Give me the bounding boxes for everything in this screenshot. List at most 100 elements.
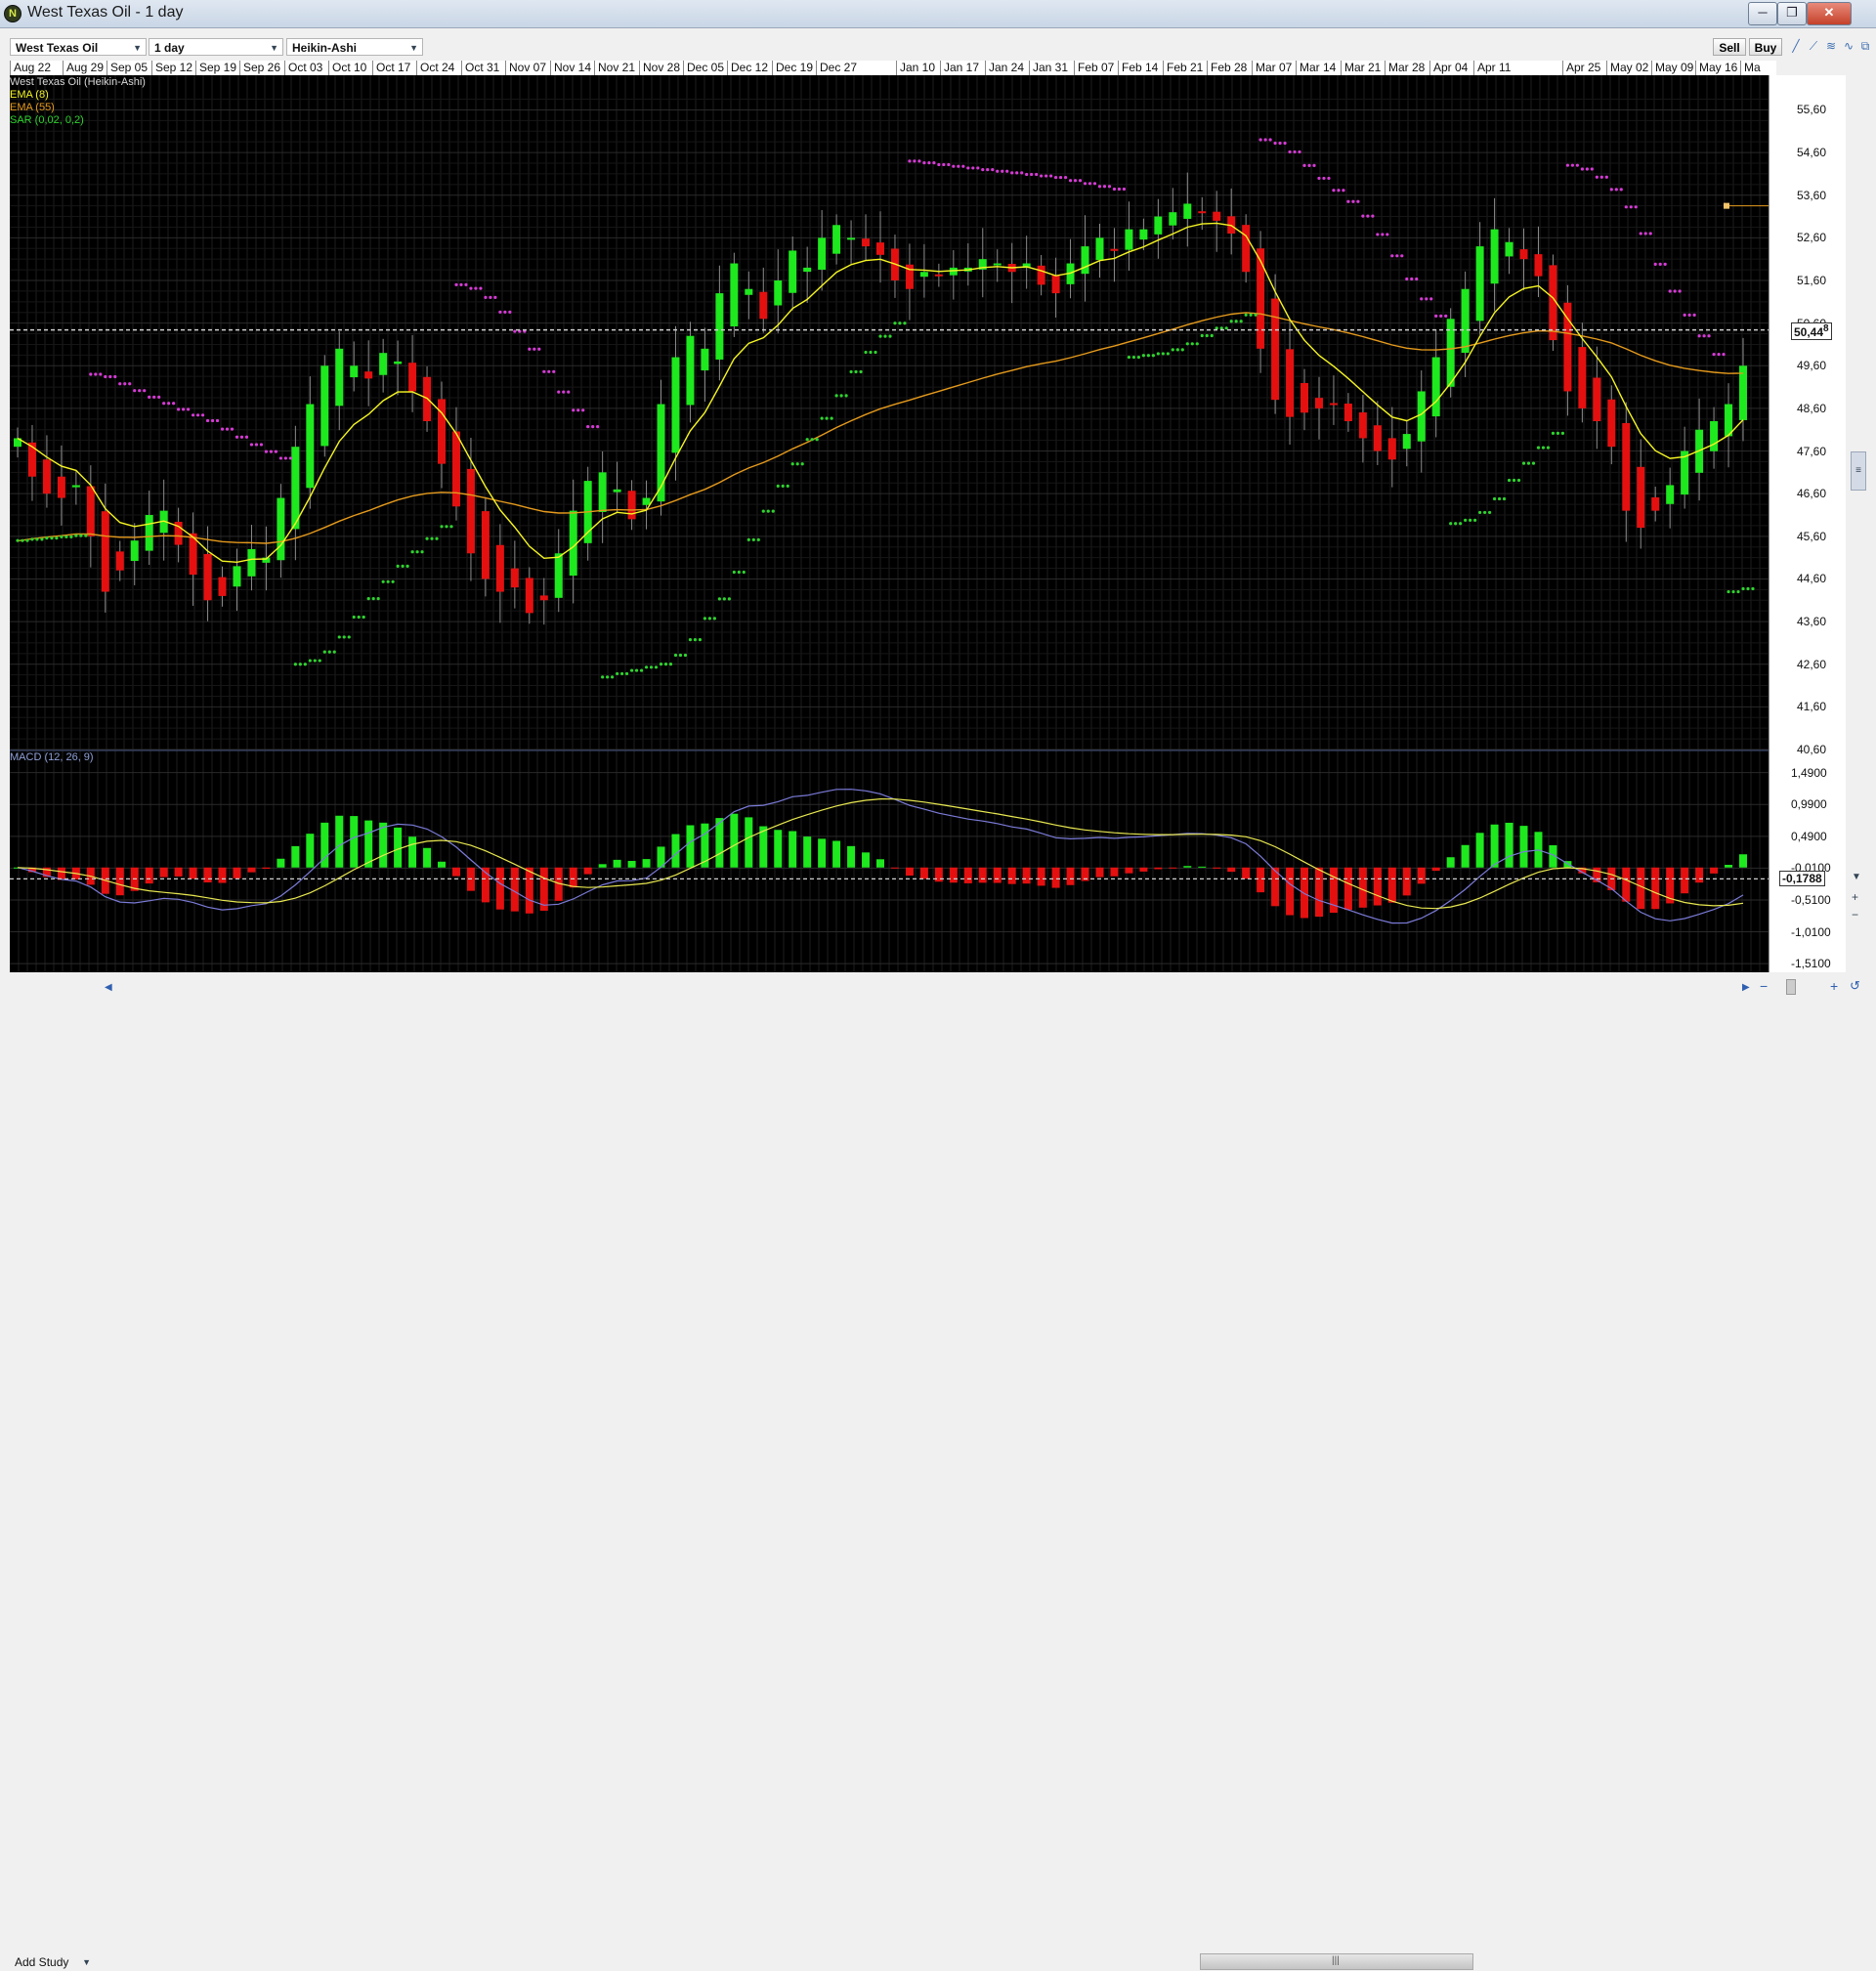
- scroll-left-icon[interactable]: ◀: [105, 982, 112, 993]
- macd-bar: [1242, 867, 1251, 879]
- instrument-select[interactable]: West Texas Oil ▼: [10, 38, 147, 56]
- macd-bar: [203, 867, 212, 883]
- sar-dot: [1668, 289, 1672, 293]
- sar-dot: [1751, 586, 1755, 591]
- sar-dot: [737, 570, 741, 575]
- panel-handle-icon[interactable]: ≡: [1851, 451, 1866, 491]
- restore-button[interactable]: ❐: [1777, 2, 1807, 25]
- candle-body: [451, 431, 460, 507]
- sar-dot: [1175, 348, 1179, 352]
- sar-dot: [254, 443, 259, 447]
- sar-dot: [332, 650, 336, 654]
- indicator-icon[interactable]: ∿: [1841, 39, 1856, 53]
- macd-bar: [1695, 867, 1704, 883]
- sar-dot: [606, 675, 610, 679]
- sar-dot: [1122, 187, 1127, 192]
- price-tick: 43,60: [1797, 615, 1827, 629]
- sar-dot: [1171, 348, 1174, 352]
- sar-dot: [1702, 334, 1706, 338]
- macd-bar: [862, 852, 871, 868]
- sar-dot: [362, 615, 365, 620]
- date-label: Sep 26: [239, 61, 280, 75]
- sar-dot: [981, 168, 985, 172]
- sar-dot: [1565, 163, 1570, 167]
- minimize-button[interactable]: ─: [1748, 2, 1777, 25]
- sar-dot: [1634, 205, 1638, 209]
- candle-body: [862, 238, 871, 247]
- sar-dot: [1161, 352, 1165, 356]
- add-study-dropdown[interactable]: Add Study ▼: [10, 1953, 99, 1971]
- sar-dot: [663, 663, 668, 666]
- candle-body: [1257, 248, 1265, 349]
- sar-dot: [1102, 185, 1107, 189]
- sar-dot: [474, 286, 478, 290]
- sar-dot: [94, 372, 98, 376]
- sar-dot: [742, 570, 746, 575]
- remove-panel-icon[interactable]: −: [1852, 908, 1858, 921]
- sar-dot: [1560, 431, 1565, 435]
- sar-dot: [1541, 446, 1546, 450]
- sar-dot: [342, 635, 346, 639]
- macd-bar: [1125, 867, 1133, 874]
- candle-body: [1607, 399, 1616, 448]
- sar-dot: [440, 525, 444, 529]
- sar-dot: [1643, 232, 1647, 236]
- chevron-down-icon: ▼: [270, 43, 278, 53]
- sar-dot: [1482, 510, 1487, 515]
- sar-dot: [1590, 167, 1594, 171]
- macd-bar: [262, 867, 271, 870]
- reset-zoom-icon[interactable]: ↺: [1850, 978, 1860, 994]
- trend-tool-icon[interactable]: ⟋: [1806, 39, 1821, 54]
- buy-button[interactable]: Buy: [1749, 38, 1782, 56]
- chart-area[interactable]: West Texas Oil (Heikin-Ashi) EMA (8) EMA…: [9, 75, 1776, 972]
- chart-settings-icon[interactable]: ≋: [1823, 39, 1839, 53]
- scroll-right-icon[interactable]: ▶: [1742, 982, 1750, 993]
- candle-body: [350, 365, 359, 378]
- sar-dot: [1614, 188, 1618, 192]
- sar-dot: [1058, 175, 1063, 180]
- sar-dot: [1521, 461, 1526, 465]
- sar-dot: [786, 484, 789, 488]
- detach-icon[interactable]: ⧉: [1857, 39, 1873, 54]
- sar-dot: [707, 617, 711, 621]
- close-button[interactable]: ✕: [1807, 2, 1852, 25]
- candle-body: [1387, 438, 1396, 460]
- interval-select[interactable]: 1 day ▼: [149, 38, 283, 56]
- sar-dot: [167, 402, 171, 406]
- sar-dot: [1497, 496, 1502, 501]
- sar-dot: [1010, 171, 1014, 175]
- sar-dot: [1599, 175, 1603, 179]
- zoom-in-icon[interactable]: +: [1830, 978, 1838, 994]
- chart-style-select[interactable]: Heikin-Ashi ▼: [286, 38, 423, 56]
- sar-dot: [133, 389, 137, 393]
- horizontal-scrollbar[interactable]: |||: [1200, 1953, 1473, 1970]
- candle-body: [1051, 275, 1060, 294]
- add-panel-icon[interactable]: +: [1852, 890, 1858, 904]
- sar-dot: [498, 310, 502, 314]
- sell-button[interactable]: Sell: [1713, 38, 1746, 56]
- price-tick: 49,60: [1797, 359, 1827, 373]
- chart-toolbar: West Texas Oil ▼ 1 day ▼ Heikin-Ashi ▼ Sell…: [0, 36, 1876, 59]
- sar-dot: [1092, 182, 1097, 186]
- date-label: Apr 11: [1473, 61, 1511, 75]
- collapse-icon[interactable]: ▼: [1852, 872, 1861, 882]
- sar-dot: [1293, 150, 1297, 154]
- date-label: Dec 05: [683, 61, 724, 75]
- sar-dot: [425, 536, 429, 540]
- candle-body: [1490, 229, 1499, 284]
- sar-dot: [459, 282, 463, 286]
- sar-dot: [1332, 189, 1336, 193]
- date-label: Dec 12: [727, 61, 768, 75]
- zoom-slider[interactable]: [1786, 979, 1796, 995]
- sar-dot: [781, 484, 785, 488]
- sar-dot: [766, 509, 770, 513]
- date-label: Feb 07: [1074, 61, 1114, 75]
- sar-dot: [152, 395, 156, 399]
- draw-line-icon[interactable]: ╱: [1788, 39, 1804, 53]
- sar-dot: [927, 161, 931, 165]
- candle-body: [598, 472, 607, 512]
- zoom-out-icon[interactable]: −: [1760, 978, 1768, 994]
- candle-body: [364, 371, 373, 379]
- sar-dot: [1444, 314, 1448, 318]
- sar-dot: [1131, 355, 1136, 360]
